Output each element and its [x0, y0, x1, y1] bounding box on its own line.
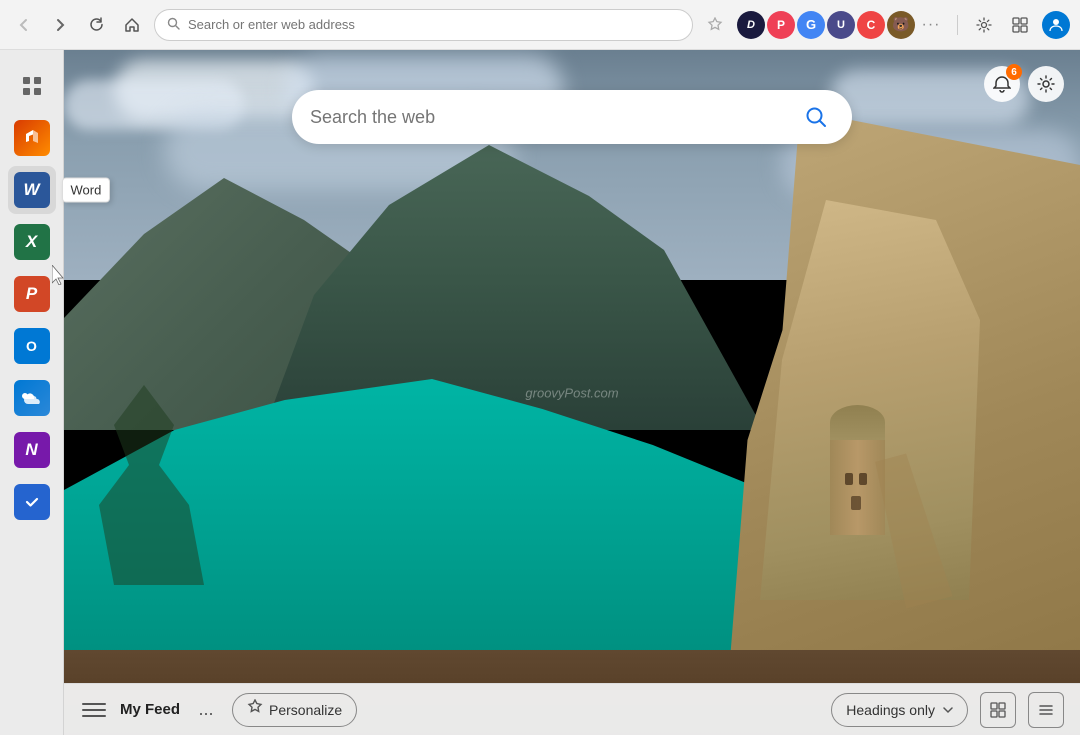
- background-scene: [64, 50, 1080, 735]
- onedrive-icon: [14, 380, 50, 416]
- outlook-icon: O: [14, 328, 50, 364]
- bear-icon[interactable]: 🐻: [887, 11, 915, 39]
- sidebar-item-powerpoint[interactable]: P: [8, 270, 56, 318]
- extension-icons: D P G U C 🐻 ···: [737, 11, 945, 39]
- back-button[interactable]: [10, 11, 38, 39]
- tabs-button[interactable]: [1006, 11, 1034, 39]
- search-area: [292, 90, 852, 144]
- notification-badge: 6: [1006, 64, 1022, 80]
- tower-window-1: [859, 473, 867, 485]
- refresh-button[interactable]: [82, 11, 110, 39]
- hamburger-line-1: [82, 703, 106, 705]
- office-icon: [14, 120, 50, 156]
- profile-button[interactable]: [1042, 11, 1070, 39]
- browser-toolbar: D P G U C 🐻 ···: [0, 0, 1080, 50]
- sidebar-item-grid-menu[interactable]: [8, 62, 56, 110]
- toolbar-divider: [957, 15, 958, 35]
- sidebar-item-office[interactable]: [8, 114, 56, 162]
- address-search-icon: [167, 17, 180, 33]
- tower-window-2: [845, 473, 853, 485]
- hamburger-button[interactable]: [80, 696, 108, 724]
- settings-icon-wrap[interactable]: [1028, 66, 1064, 102]
- address-input[interactable]: [188, 17, 680, 32]
- excel-icon: X: [14, 224, 50, 260]
- pocket-icon[interactable]: P: [767, 11, 795, 39]
- todo-icon: [14, 484, 50, 520]
- top-right-icons: 6: [984, 66, 1064, 102]
- more-options-button[interactable]: ...: [192, 696, 220, 724]
- settings-gear-icon: [1037, 75, 1055, 93]
- bottom-bar: My Feed ... Personalize Headings only: [64, 683, 1080, 735]
- ublock-icon[interactable]: U: [827, 11, 855, 39]
- search-button[interactable]: [798, 99, 834, 135]
- address-bar[interactable]: [154, 9, 693, 41]
- sidebar-item-onenote[interactable]: N: [8, 426, 56, 474]
- dashlane-icon[interactable]: D: [737, 11, 765, 39]
- search-input[interactable]: [310, 107, 786, 128]
- google-icon[interactable]: G: [797, 11, 825, 39]
- hamburger-line-2: [82, 709, 106, 711]
- personalize-button[interactable]: Personalize: [232, 693, 357, 727]
- bookmark-button[interactable]: [701, 11, 729, 39]
- settings-button[interactable]: [970, 11, 998, 39]
- sidebar-item-todo[interactable]: [8, 478, 56, 526]
- headings-dropdown[interactable]: Headings only: [831, 693, 968, 727]
- main-content: groovyPost.com 6: [64, 50, 1080, 735]
- search-bar[interactable]: [292, 90, 852, 144]
- sidebar-item-onedrive[interactable]: [8, 374, 56, 422]
- home-button[interactable]: [118, 11, 146, 39]
- word-icon: W: [14, 172, 50, 208]
- hamburger-line-3: [82, 715, 106, 717]
- my-feed-label: My Feed: [120, 701, 180, 718]
- more-extensions-icon[interactable]: ···: [917, 11, 945, 39]
- forward-button[interactable]: [46, 11, 74, 39]
- c-icon[interactable]: C: [857, 11, 885, 39]
- onenote-icon: N: [14, 432, 50, 468]
- powerpoint-icon: P: [14, 276, 50, 312]
- list-view-button[interactable]: [1028, 692, 1064, 728]
- personalize-star-icon: [247, 699, 263, 720]
- sidebar-item-outlook[interactable]: O: [8, 322, 56, 370]
- tower-door: [851, 496, 861, 510]
- sidebar-item-word[interactable]: W Word: [8, 166, 56, 214]
- tower-body: [830, 435, 885, 535]
- grid-view-button[interactable]: [980, 692, 1016, 728]
- tower-roof: [830, 405, 885, 440]
- bell-wrap[interactable]: 6: [984, 66, 1020, 102]
- chevron-down-icon: [943, 703, 953, 717]
- sidebar: W Word X P O N: [0, 50, 64, 735]
- sidebar-item-excel[interactable]: X: [8, 218, 56, 266]
